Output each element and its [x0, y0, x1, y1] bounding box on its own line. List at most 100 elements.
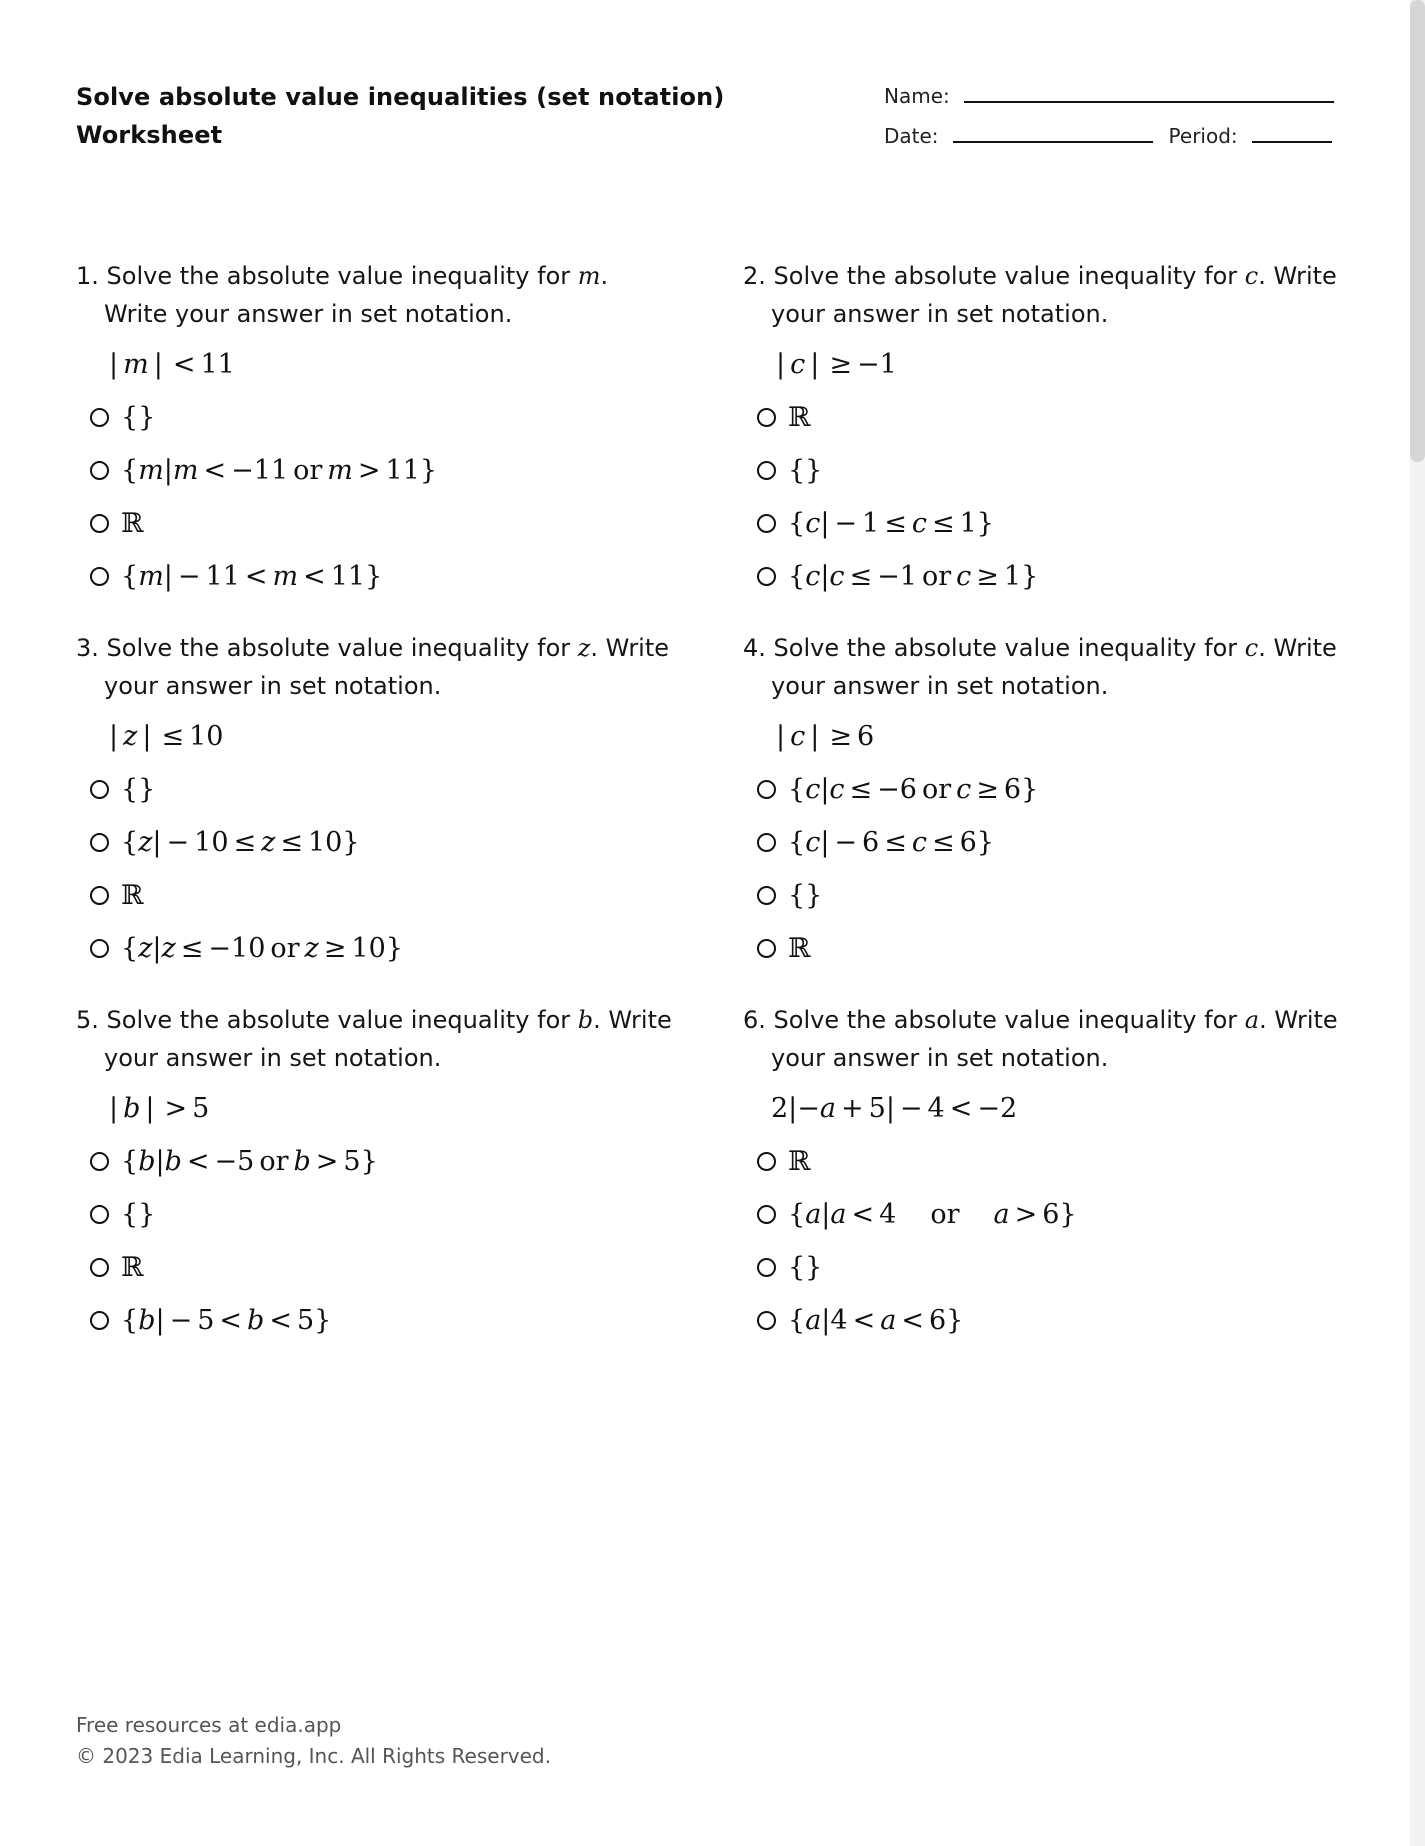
math-text: 5}	[343, 1146, 378, 1177]
radio-button-icon[interactable]	[757, 1258, 776, 1277]
answer-option[interactable]: {}	[90, 1188, 676, 1241]
math-text: 4	[879, 1199, 897, 1230]
answer-option[interactable]: ℝ	[757, 1135, 1343, 1188]
radio-button-icon[interactable]	[90, 833, 109, 852]
math-variable: b	[247, 1305, 265, 1336]
radio-button-icon[interactable]	[90, 1152, 109, 1171]
question-4: 4. Solve the absolute value inequality f…	[743, 629, 1343, 975]
answer-option[interactable]: ℝ	[90, 497, 676, 550]
radio-button-icon[interactable]	[757, 461, 776, 480]
prompt-text: Solve the absolute value inequality for	[773, 634, 1245, 662]
radio-button-icon[interactable]	[90, 780, 109, 799]
radio-button-icon[interactable]	[90, 1205, 109, 1224]
period-input-line[interactable]	[1251, 141, 1332, 143]
math-text: {}	[788, 455, 823, 486]
math-operator: ≤	[180, 933, 204, 964]
prompt-variable: c	[1244, 262, 1259, 290]
answer-option[interactable]: {}	[90, 763, 676, 816]
radio-button-icon[interactable]	[90, 514, 109, 533]
math-operator: ≤	[884, 827, 907, 858]
option-label: {}	[788, 455, 822, 486]
inequality-expression: 2|−a +5| −4 < −2	[771, 1089, 1343, 1129]
radio-button-icon[interactable]	[757, 408, 776, 427]
question-number: 4.	[743, 634, 766, 662]
math-operator: ≥	[829, 349, 852, 380]
option-label: {}	[121, 402, 155, 433]
prompt-variable: m	[577, 262, 601, 290]
name-input-line[interactable]	[963, 101, 1334, 103]
answer-option[interactable]: {m| −11 < m <11}	[90, 550, 676, 603]
math-variable: m	[327, 455, 353, 486]
answer-option[interactable]: ℝ	[757, 391, 1343, 444]
radio-button-icon[interactable]	[90, 939, 109, 958]
radio-button-icon[interactable]	[757, 514, 776, 533]
radio-button-icon[interactable]	[90, 408, 109, 427]
answer-option[interactable]: {c| −6 ≤ c ≤6}	[757, 816, 1343, 869]
radio-button-icon[interactable]	[757, 1205, 776, 1224]
answer-option[interactable]: {a|a <4 or a >6}	[757, 1188, 1343, 1241]
option-label: ℝ	[121, 1252, 143, 1283]
radio-button-icon[interactable]	[757, 1311, 776, 1330]
vertical-scrollbar[interactable]	[1410, 0, 1425, 1846]
name-label: Name:	[884, 84, 950, 108]
math-operator: <	[852, 1305, 876, 1336]
math-operator: <	[901, 1305, 924, 1336]
answer-option[interactable]: {}	[90, 391, 676, 444]
answer-option[interactable]: {z|z ≤ −10 or z ≥10}	[90, 922, 676, 975]
math-variable: c	[790, 349, 806, 380]
inequality-expression: | c | ≥6	[771, 717, 1343, 757]
answer-option[interactable]: {}	[757, 1241, 1343, 1294]
math-operator: ≤	[931, 508, 955, 539]
math-text: |	[163, 561, 173, 592]
math-variable: c	[956, 561, 972, 592]
math-operator: >	[315, 1146, 339, 1177]
radio-button-icon[interactable]	[90, 1311, 109, 1330]
answer-option[interactable]: {b|b < −5 or b >5}	[90, 1135, 676, 1188]
scrollbar-thumb[interactable]	[1410, 0, 1425, 462]
math-text: 4	[927, 1093, 945, 1124]
math-variable: z	[123, 721, 138, 752]
math-variable: a	[880, 1305, 897, 1336]
answer-option[interactable]: ℝ	[90, 869, 676, 922]
answer-option[interactable]: ℝ	[90, 1241, 676, 1294]
answer-option[interactable]: {c|c ≤ −1 or c ≥1}	[757, 550, 1343, 603]
math-operator: −	[899, 1093, 923, 1124]
math-operator: ≤	[233, 827, 257, 858]
math-operator: |	[142, 721, 152, 752]
radio-button-icon[interactable]	[90, 886, 109, 905]
radio-button-icon[interactable]	[757, 886, 776, 905]
option-label: {c| −1 ≤ c ≤1}	[788, 508, 994, 539]
radio-button-icon[interactable]	[757, 833, 776, 852]
answer-option[interactable]: {a|4 < a <6}	[757, 1294, 1343, 1347]
math-operator: +	[841, 1093, 864, 1124]
radio-button-icon[interactable]	[757, 939, 776, 958]
radio-button-icon[interactable]	[90, 567, 109, 586]
date-input-line[interactable]	[952, 141, 1153, 143]
math-text: 6}	[928, 1305, 964, 1336]
inequality-expression: | c | ≥ −1	[771, 345, 1343, 385]
prompt-variable: a	[1244, 1006, 1260, 1034]
footer-copyright: © 2023 Edia Learning, Inc. All Rights Re…	[76, 1744, 551, 1768]
answer-option[interactable]: {c| −1 ≤ c ≤1}	[757, 497, 1343, 550]
math-operator: <	[303, 561, 326, 592]
answer-option[interactable]: {}	[757, 869, 1343, 922]
answer-option[interactable]: {m|m < −11 or m >11}	[90, 444, 676, 497]
math-text: or	[930, 1199, 960, 1230]
radio-button-icon[interactable]	[757, 1152, 776, 1171]
question-prompt: 1. Solve the absolute value inequality f…	[76, 257, 676, 333]
answer-option[interactable]: {}	[757, 444, 1343, 497]
math-text: 10}	[351, 933, 403, 964]
answer-option[interactable]: {z| −10 ≤ z ≤10}	[90, 816, 676, 869]
math-operator: ≤	[931, 827, 955, 858]
footer-resources-link[interactable]: Free resources at edia.app	[76, 1710, 551, 1741]
answer-option[interactable]: {c|c ≤ −6 or c ≥6}	[757, 763, 1343, 816]
radio-button-icon[interactable]	[90, 461, 109, 480]
radio-button-icon[interactable]	[757, 780, 776, 799]
radio-button-icon[interactable]	[757, 567, 776, 586]
radio-button-icon[interactable]	[90, 1258, 109, 1277]
answer-option[interactable]: {b| −5 < b <5}	[90, 1294, 676, 1347]
answer-option[interactable]: ℝ	[757, 922, 1343, 975]
math-text: |	[163, 455, 173, 486]
worksheet-title: Solve absolute value inequalities (set n…	[76, 78, 724, 154]
math-operator: ≤	[849, 774, 873, 805]
